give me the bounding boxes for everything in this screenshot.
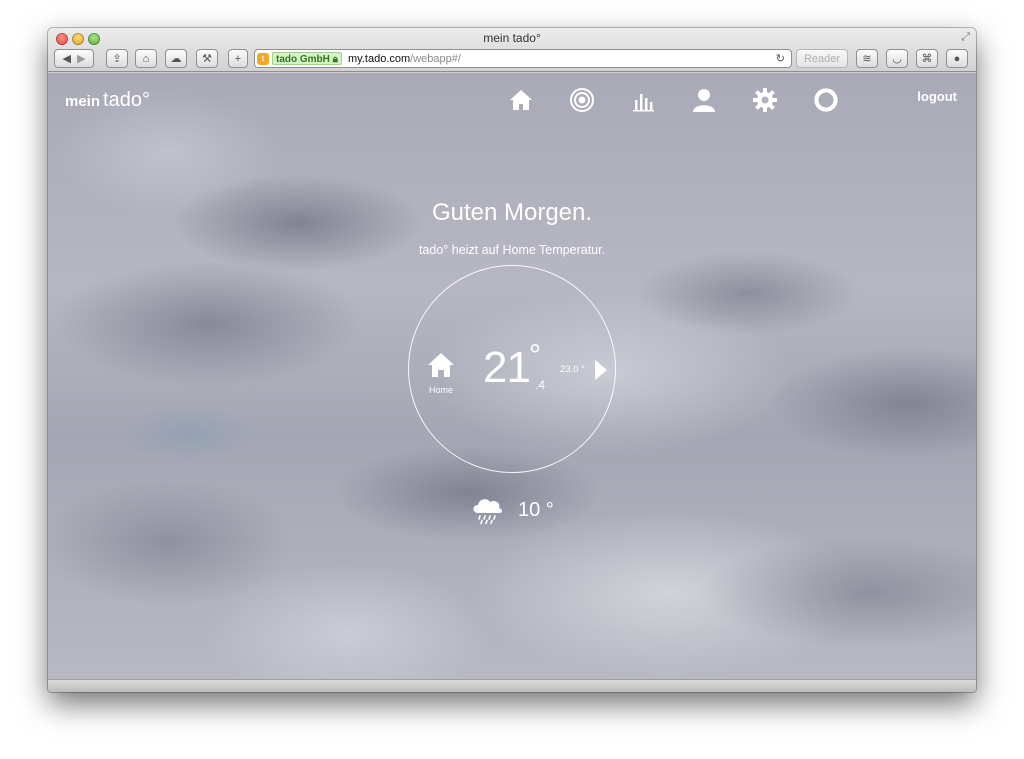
pocket-button[interactable]: ◡ xyxy=(886,49,908,68)
heating-status: tado° heizt auf Home Temperatur. xyxy=(418,243,606,257)
current-temperature: 21 xyxy=(483,343,531,392)
browser-window: mein tado° ⤢ ◀ ▶ ⇪ ⌂ ☁ ⚒ + t tado GmbH 🔒… xyxy=(48,28,976,692)
greeting-title: Guten Morgen. xyxy=(431,199,593,226)
tools-button[interactable]: ⚒ xyxy=(196,49,218,68)
nav-gear-icon[interactable] xyxy=(753,88,777,112)
site-favicon: t xyxy=(257,52,269,65)
tado-webapp: mein tado° logout Guten Morgen. tado° hei… xyxy=(48,73,976,679)
temperature-decimal: .4 xyxy=(535,378,546,392)
mode-label: Home xyxy=(428,385,453,395)
nav-target-icon[interactable] xyxy=(570,88,594,112)
home-mode-icon[interactable] xyxy=(427,352,455,378)
play-arrow-icon[interactable] xyxy=(594,359,608,381)
status-bar xyxy=(48,679,976,692)
address-bar[interactable]: t tado GmbH 🔒︎ my.tado.com/webapp#/ ↻ xyxy=(254,49,792,68)
target-temperature: 23.0 ° xyxy=(560,364,585,375)
ev-certificate-badge[interactable]: tado GmbH 🔒︎ xyxy=(272,52,342,65)
extension-icon: ⌘ xyxy=(921,53,933,65)
new-tab-button[interactable]: + xyxy=(228,49,248,68)
extension-button[interactable]: ⌘ xyxy=(916,49,938,68)
back-icon[interactable]: ◀ xyxy=(62,52,70,65)
pocket-icon: ◡ xyxy=(892,53,902,65)
forward-icon[interactable]: ▶ xyxy=(77,52,85,65)
outside-temperature: 10 ° xyxy=(518,499,554,521)
layers-button[interactable]: ≋ xyxy=(856,49,878,68)
back-forward-buttons[interactable]: ◀ ▶ xyxy=(54,49,94,68)
ev-label: tado GmbH xyxy=(276,54,330,65)
url-path: /webapp#/ xyxy=(410,52,461,65)
share-icon: ⇪ xyxy=(112,53,122,65)
reader-button[interactable]: Reader xyxy=(796,49,848,68)
titlebar: mein tado° ⤢ ◀ ▶ ⇪ ⌂ ☁ ⚒ + t tado GmbH 🔒… xyxy=(48,28,976,72)
wrench-icon: ⚒ xyxy=(202,53,212,65)
icloud-button[interactable]: ☁ xyxy=(165,49,187,68)
nav-user-icon[interactable] xyxy=(692,88,716,112)
lock-icon: 🔒︎ xyxy=(332,54,338,65)
window-title: mein tado° xyxy=(483,31,541,45)
home-icon: ⌂ xyxy=(142,52,150,65)
download-icon: ● xyxy=(953,52,961,65)
share-button[interactable]: ⇪ xyxy=(106,49,128,68)
fullscreen-icon[interactable]: ⤢ xyxy=(961,31,970,44)
nav-chart-icon[interactable] xyxy=(631,88,655,112)
plus-icon: + xyxy=(234,52,242,65)
nav-home-icon[interactable] xyxy=(509,88,533,112)
url-host: my.tado.com xyxy=(348,52,411,65)
logout-link[interactable]: logout xyxy=(917,89,957,104)
rain-cloud-icon xyxy=(470,495,504,525)
downloads-button[interactable]: ● xyxy=(946,49,968,68)
logo-brand: tado° xyxy=(103,89,150,111)
logo-prefix: mein xyxy=(65,93,101,110)
logo[interactable]: mein tado° xyxy=(65,89,150,112)
home-button[interactable]: ⌂ xyxy=(135,49,157,68)
reload-icon[interactable]: ↻ xyxy=(776,52,785,65)
layers-icon: ≋ xyxy=(862,53,872,65)
cloud-icon: ☁ xyxy=(170,53,182,65)
temperature-degree: ° xyxy=(529,339,541,372)
nav-lifebuoy-icon[interactable] xyxy=(814,88,838,112)
browser-toolbar: ◀ ▶ ⇪ ⌂ ☁ ⚒ + t tado GmbH 🔒︎ my.tado.com… xyxy=(48,48,976,70)
temperature-dial[interactable]: Home 21 ° .4 23.0 ° xyxy=(408,265,616,473)
